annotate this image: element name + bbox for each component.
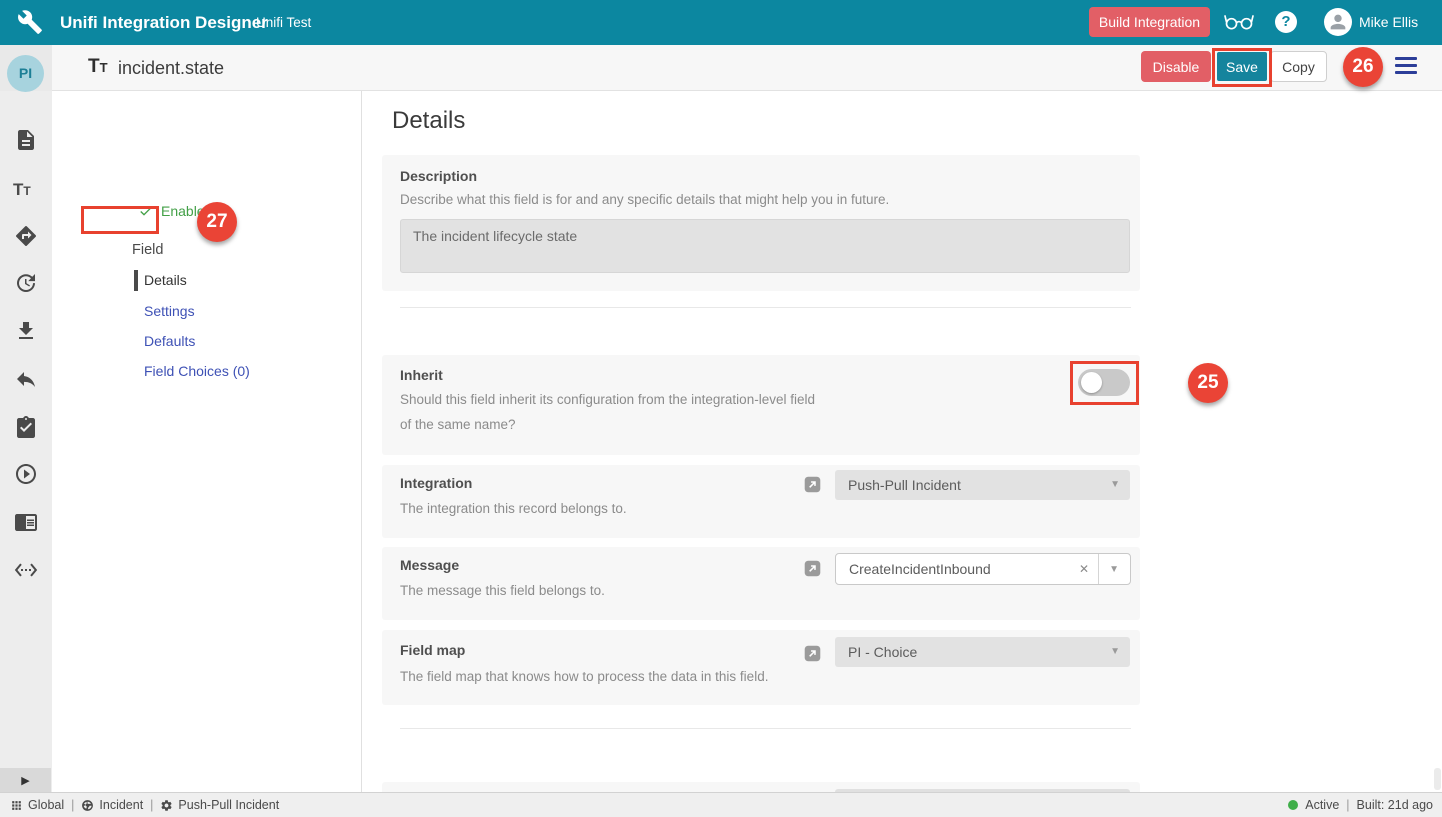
history-icon[interactable] — [14, 271, 38, 295]
main-content: Details Description Describe what this f… — [363, 91, 1442, 792]
user-avatar[interactable] — [1324, 8, 1352, 36]
spectacles-icon[interactable] — [1224, 11, 1254, 38]
nav-item-details[interactable]: Details — [144, 272, 187, 288]
scrollbar-thumb[interactable] — [1434, 768, 1441, 790]
disable-button[interactable]: Disable — [1141, 51, 1211, 82]
text-field-icon: TT — [88, 56, 108, 78]
app-title: Unifi Integration Designer — [60, 0, 268, 45]
integration-help: The integration this record belongs to. — [400, 501, 627, 516]
build-integration-button[interactable]: Build Integration — [1089, 7, 1210, 37]
built-label: Built: 21d ago — [1357, 798, 1433, 812]
description-label: Description — [400, 168, 477, 184]
table-link[interactable]: Incident — [81, 798, 143, 812]
field-map-help: The field map that knows how to process … — [400, 669, 768, 684]
reply-icon[interactable] — [14, 367, 38, 391]
nav-item-field-choices[interactable]: Field Choices (0) — [144, 363, 250, 379]
integration-label: Integration — [400, 475, 472, 491]
download-icon[interactable] — [14, 319, 38, 343]
document-icon[interactable] — [14, 128, 38, 152]
combobox-divider — [1098, 554, 1099, 584]
hamburger-menu-icon[interactable] — [1395, 57, 1417, 79]
scope-link[interactable]: Global — [10, 798, 64, 812]
inherit-card: Inherit Should this field inherit its co… — [382, 355, 1140, 455]
section-divider — [400, 728, 1131, 729]
goto-record-icon[interactable] — [804, 476, 821, 493]
code-icon[interactable] — [14, 558, 38, 582]
table-label: Incident — [99, 798, 143, 812]
separator: | — [1346, 798, 1349, 812]
message-card: Message The message this field belongs t… — [382, 547, 1140, 620]
play-circle-icon[interactable] — [14, 462, 38, 486]
nav-section-label: Field — [132, 242, 163, 258]
inherit-help-line2: of the same name? — [400, 417, 516, 432]
description-help: Describe what this field is for and any … — [400, 192, 889, 207]
next-section-card-partial — [382, 782, 1140, 792]
user-name: Mike Ellis — [1359, 0, 1418, 45]
help-icon[interactable]: ? — [1275, 11, 1297, 33]
active-item-bar — [134, 270, 138, 291]
scope-label: Global — [28, 798, 64, 812]
goto-record-icon[interactable] — [804, 560, 821, 577]
annotation-badge-26: 26 — [1343, 47, 1383, 87]
field-map-dropdown[interactable]: PI - Choice ▼ — [835, 637, 1130, 667]
wrench-icon — [17, 9, 43, 40]
tasks-icon[interactable] — [14, 415, 38, 439]
annotation-badge-27: 27 — [197, 202, 237, 242]
grid-icon — [10, 799, 23, 812]
field-map-label: Field map — [400, 642, 465, 658]
integration-value: Push-Pull Incident — [848, 470, 961, 500]
page-title: Details — [392, 107, 465, 135]
text-field-icon[interactable]: TT — [13, 180, 41, 204]
record-title: incident.state — [118, 45, 224, 91]
reader-icon[interactable] — [14, 510, 38, 534]
separator: | — [71, 798, 74, 812]
integration-avatar[interactable]: PI — [7, 55, 44, 92]
directions-icon[interactable] — [14, 224, 38, 248]
clear-icon[interactable]: ✕ — [1079, 554, 1089, 584]
environment-label: Unifi Test — [256, 0, 311, 45]
integration-dropdown[interactable]: Push-Pull Incident ▼ — [835, 470, 1130, 500]
inherit-help-line1: Should this field inherit its configurat… — [400, 392, 815, 407]
chevron-down-icon[interactable]: ▼ — [1109, 554, 1119, 584]
incident-icon — [81, 799, 94, 812]
description-card: Description Describe what this field is … — [382, 155, 1140, 291]
message-combobox[interactable]: CreateIncidentInbound ✕ ▼ — [835, 553, 1131, 585]
integration-link[interactable]: Push-Pull Incident — [160, 798, 279, 812]
nav-item-settings[interactable]: Settings — [144, 303, 195, 319]
check-icon — [138, 203, 154, 219]
gear-icon — [160, 799, 173, 812]
field-map-card: Field map The field map that knows how t… — [382, 630, 1140, 705]
chevron-down-icon: ▼ — [1110, 470, 1120, 500]
goto-record-icon[interactable] — [804, 645, 821, 662]
copy-button[interactable]: Copy — [1270, 51, 1327, 82]
active-label: Active — [1305, 798, 1339, 812]
section-divider — [400, 307, 1131, 308]
record-nav-panel: Enabled Field Details Settings Defaults … — [52, 91, 362, 792]
save-button[interactable]: Save — [1217, 52, 1267, 81]
active-status-icon — [1288, 800, 1298, 810]
record-toolbar: PI TT incident.state Disable Save Copy — [0, 45, 1442, 91]
chevron-down-icon: ▼ — [1110, 637, 1120, 667]
integration-card: Integration The integration this record … — [382, 465, 1140, 538]
expand-sidebar-button[interactable]: ▶ — [0, 768, 51, 792]
inherit-label: Inherit — [400, 367, 443, 383]
app-header: Unifi Integration Designer Unifi Test Bu… — [0, 0, 1442, 45]
nav-item-defaults[interactable]: Defaults — [144, 333, 195, 349]
integration-label: Push-Pull Incident — [178, 798, 279, 812]
app-window: Unifi Integration Designer Unifi Test Bu… — [0, 0, 1442, 817]
message-value: CreateIncidentInbound — [849, 554, 991, 584]
description-textarea[interactable]: The incident lifecycle state — [400, 219, 1130, 273]
inherit-toggle[interactable] — [1078, 369, 1130, 396]
toggle-knob — [1081, 372, 1102, 393]
status-bar: Global | Incident | Push-Pull Incident A… — [0, 792, 1442, 817]
field-map-value: PI - Choice — [848, 637, 917, 667]
message-help: The message this field belongs to. — [400, 583, 605, 598]
icon-rail: TT ▶ — [0, 91, 52, 792]
separator: | — [150, 798, 153, 812]
annotation-badge-25: 25 — [1188, 363, 1228, 403]
message-label: Message — [400, 557, 459, 573]
